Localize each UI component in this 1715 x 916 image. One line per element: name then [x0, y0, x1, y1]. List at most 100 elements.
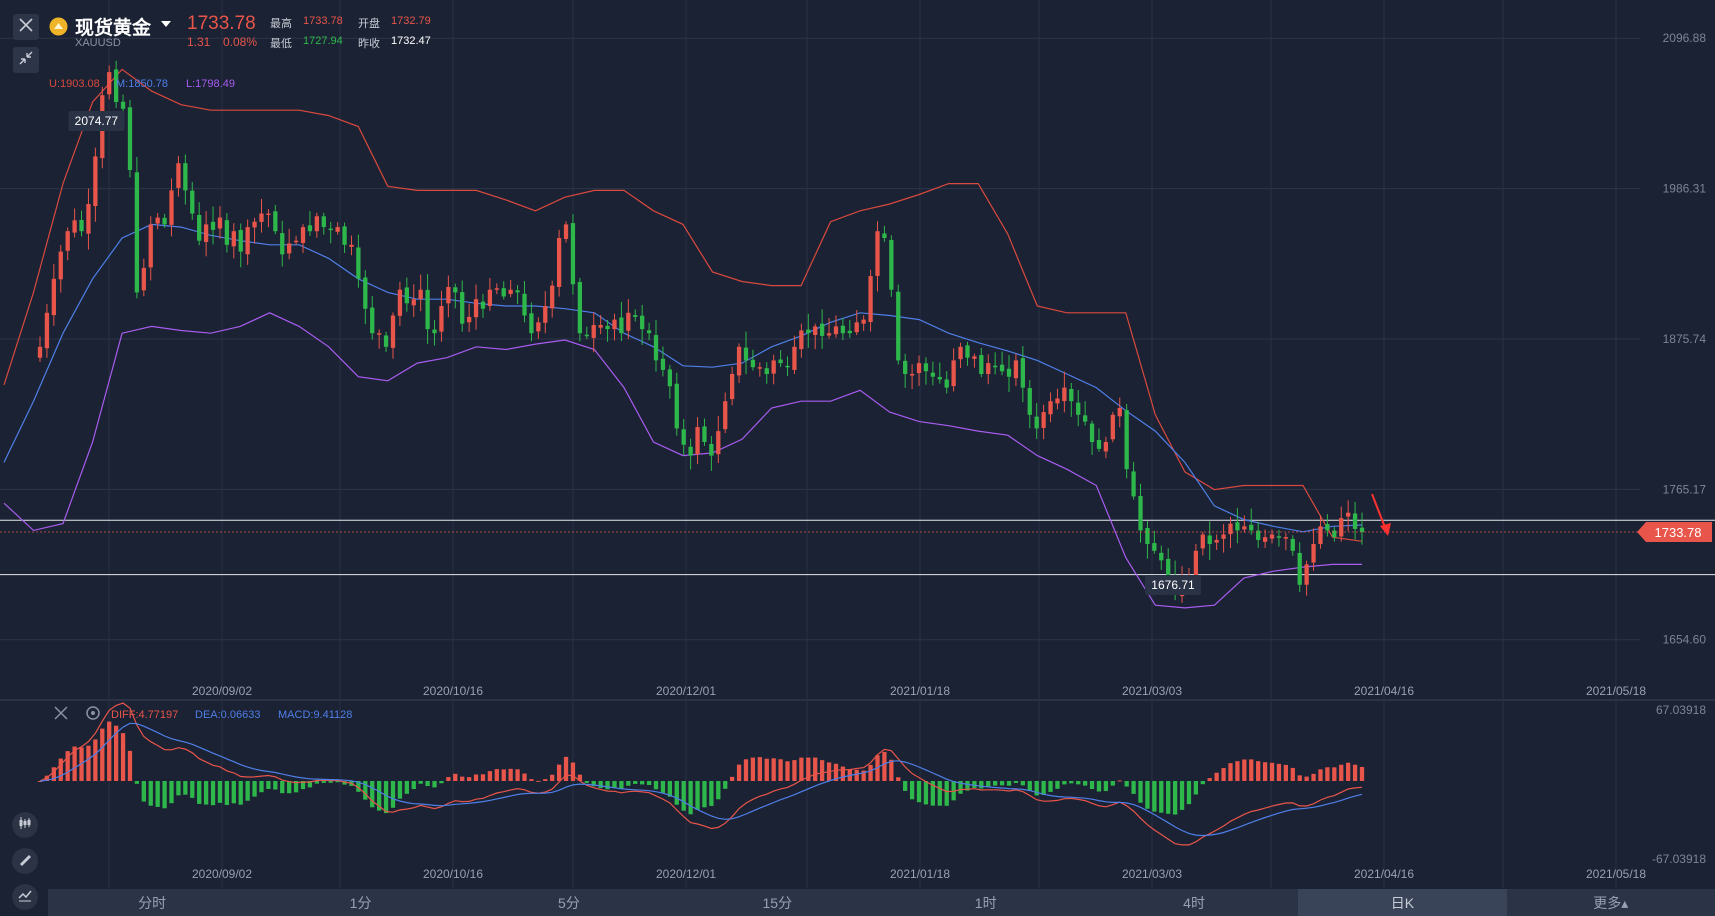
x-tick-label: 2020/12/01	[656, 867, 716, 881]
tab-1hour[interactable]: 1时	[882, 889, 1090, 916]
candle-body	[1159, 552, 1164, 561]
macd-histogram-bar	[1103, 781, 1109, 792]
macd-histogram-bar	[460, 776, 465, 781]
candle-body	[986, 363, 991, 375]
candle-body	[854, 322, 859, 333]
x-tick-label: 2021/05/18	[1586, 684, 1646, 698]
x-tick-label: 2020/12/01	[656, 684, 716, 698]
macd-histogram-bar	[245, 781, 250, 801]
candle-body	[328, 228, 333, 231]
macd-histogram-bar	[266, 781, 271, 789]
candle-body	[280, 233, 285, 255]
tab-daily[interactable]: 日K	[1298, 889, 1507, 916]
tab-more[interactable]: 更多▴	[1507, 889, 1715, 916]
gold-coin-icon	[49, 17, 68, 41]
low-label: 最低	[270, 38, 292, 50]
candle-body	[314, 216, 320, 232]
x-tick-label: 2021/05/18	[1586, 867, 1646, 881]
candle-body	[411, 299, 416, 306]
tab-4hour[interactable]: 4时	[1090, 889, 1298, 916]
draw-tool[interactable]	[12, 848, 38, 874]
candle-body	[1117, 408, 1122, 417]
macd-histogram-bar	[1082, 781, 1088, 786]
macd-histogram-bar	[197, 781, 202, 804]
macd-histogram-bar	[854, 769, 859, 781]
candle-body	[819, 323, 825, 336]
macd-histogram-bar	[1152, 781, 1157, 812]
macd-histogram-bar	[86, 745, 91, 781]
candle-body	[813, 326, 818, 336]
macd-histogram-bar	[120, 733, 126, 781]
candle-body	[231, 231, 236, 247]
macd-histogram-bar	[397, 781, 403, 799]
symbol-dropdown-icon[interactable]	[160, 16, 172, 34]
macd-histogram-bar	[155, 781, 160, 807]
tab-5min[interactable]: 5分	[465, 889, 673, 916]
candle-body	[785, 365, 790, 368]
macd-histogram-bar	[799, 757, 804, 781]
candle-body	[1235, 522, 1240, 531]
macd-histogram-bar	[785, 761, 790, 781]
candle-body	[245, 227, 250, 255]
tab-fenshi[interactable]: 分时	[48, 889, 256, 916]
macd-settings-icon[interactable]	[85, 705, 101, 726]
candle-body	[1276, 536, 1282, 538]
macd-dea-line	[39, 722, 1363, 837]
candle-body	[1297, 553, 1302, 585]
macd-histogram-bar	[653, 781, 659, 790]
close-button[interactable]	[13, 14, 39, 40]
candle-body	[909, 374, 915, 376]
macd-histogram-bar	[1193, 781, 1199, 795]
indicator-line-tool[interactable]	[12, 884, 38, 910]
candlestick-icon	[18, 816, 32, 835]
candle-body	[1103, 442, 1109, 452]
high-value: 1733.78	[303, 15, 343, 27]
macd-histogram-bar	[1242, 759, 1247, 781]
candle-body	[349, 244, 354, 247]
candle-body	[1311, 544, 1316, 563]
macd-histogram-bar	[916, 781, 922, 803]
candle-body	[203, 224, 209, 242]
macd-histogram-bar	[646, 781, 652, 786]
candle-body	[1082, 415, 1088, 422]
macd-histogram-bar	[1069, 781, 1074, 784]
tab-1min[interactable]: 1分	[256, 889, 464, 916]
candle-body	[688, 446, 693, 456]
candle-body	[1006, 368, 1012, 377]
macd-histogram-bar	[203, 781, 209, 805]
candle-body	[1027, 388, 1032, 415]
chart-canvas[interactable]: 2096.88 1986.31 1875.74 1765.17 1654.60 2020/…	[0, 0, 1715, 916]
symbol-name[interactable]: 现货黄金	[75, 13, 151, 40]
tab-15min[interactable]: 15分	[673, 889, 881, 916]
macd-histogram-bar	[148, 781, 153, 806]
candle-body	[1138, 496, 1143, 531]
x-tick-label: 2020/09/02	[192, 867, 252, 881]
macd-histogram-bar	[1346, 762, 1351, 781]
prev-close-value: 1732.47	[391, 35, 431, 47]
macd-close-icon[interactable]	[54, 706, 68, 725]
macd-histogram-bar	[1256, 761, 1261, 781]
macd-histogram-bar	[404, 781, 409, 794]
candle-body	[875, 231, 880, 276]
candle-body	[93, 156, 98, 207]
candle-body	[757, 367, 762, 369]
candle-body	[107, 72, 112, 95]
bollinger-mid-line	[3, 223, 1363, 533]
candle-body	[141, 267, 146, 291]
macd-histogram-bar	[1332, 767, 1337, 781]
candle-body	[183, 163, 188, 191]
macd-histogram-bar	[522, 773, 527, 781]
macd-histogram-bar	[1283, 764, 1289, 781]
candle-body	[619, 317, 624, 334]
indicator-tool[interactable]	[12, 812, 38, 838]
macd-histogram-bar	[1027, 781, 1032, 791]
candle-body	[307, 225, 313, 232]
candle-body	[259, 213, 264, 222]
candle-body	[1318, 526, 1323, 544]
candle-body	[1325, 524, 1330, 531]
macd-histogram-bar	[439, 781, 444, 784]
prev-close-label: 昨收	[358, 38, 380, 50]
macd-histogram-bar	[183, 781, 188, 795]
candle-body	[480, 301, 486, 309]
collapse-button[interactable]	[13, 47, 39, 73]
